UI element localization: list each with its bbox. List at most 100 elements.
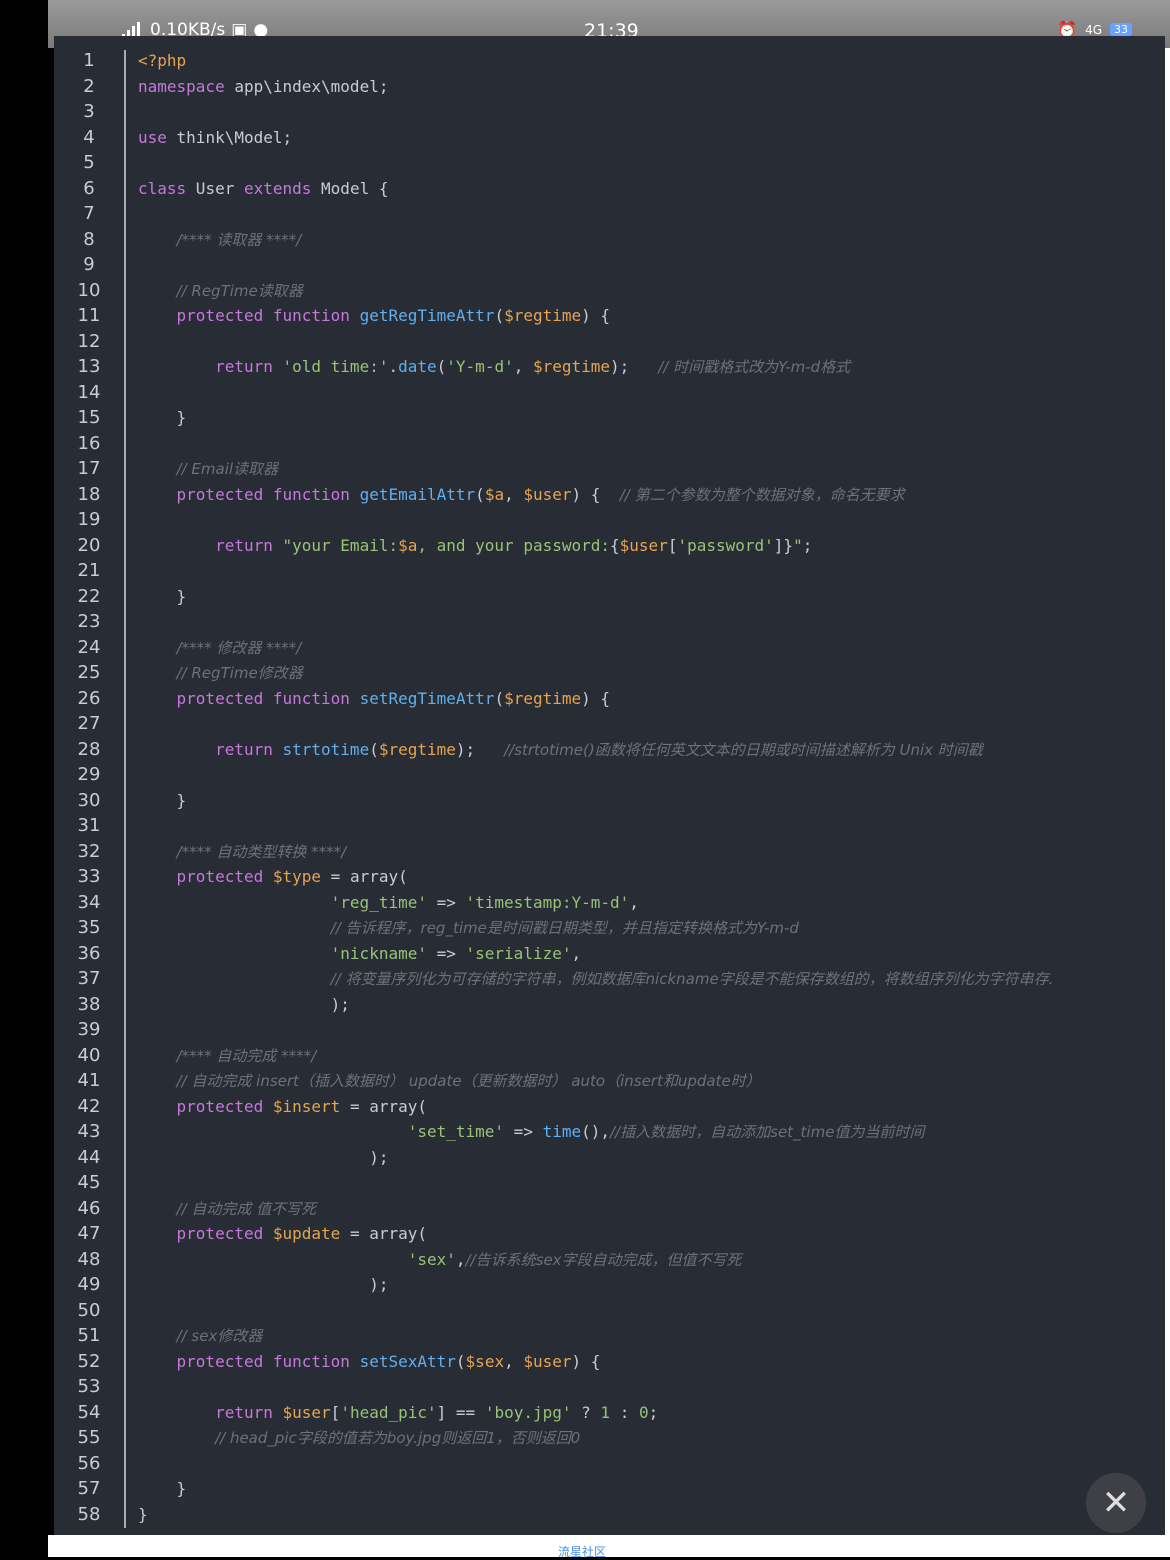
code-token: );	[610, 357, 659, 376]
code-token: (	[369, 739, 379, 759]
code-token: ;	[802, 535, 813, 555]
code-token: $a	[484, 484, 505, 504]
code-token: }	[138, 408, 187, 427]
code-token: ,	[504, 484, 524, 504]
code-token: protected	[176, 1096, 264, 1116]
code-line: // 将变量序列化为可存储的字符串，例如数据库nickname字段是不能保存数组…	[138, 966, 1165, 992]
code-token: setSexAttr	[359, 1351, 456, 1371]
code-token: ;	[648, 1402, 659, 1422]
code-token: 'head_pic'	[340, 1402, 437, 1422]
line-number: 58	[77, 1503, 101, 1525]
code-token: 1	[600, 1402, 611, 1422]
code-token: 'serialize'	[465, 943, 572, 963]
code-token: (	[475, 484, 485, 504]
line-number: 22	[77, 585, 101, 607]
code-token: }	[138, 790, 187, 810]
code-token: protected	[176, 484, 264, 504]
code-token: // sex修改器	[176, 1327, 263, 1345]
code-line: protected $type = array(	[138, 864, 1165, 890]
line-number: 21	[77, 560, 101, 581]
code-token: // 第二个参数为整个数据对象，命名无要求	[619, 485, 905, 504]
code-line: protected function setSexAttr($sex, $use…	[138, 1349, 1165, 1375]
code-line: // 告诉程序，reg_time是时间戳日期类型，并且指定转换格式为Y-m-d	[138, 915, 1165, 941]
code-token: app\index\model;	[224, 76, 389, 96]
code-content[interactable]: <?php namespace app\index\model; use think…	[138, 48, 1165, 1527]
line-number: 20	[77, 534, 101, 556]
line-number: 9	[83, 254, 95, 275]
line-number: 44	[77, 1146, 101, 1168]
code-token: time	[542, 1122, 582, 1141]
scrollbar[interactable]	[1165, 48, 1170, 1535]
line-number: 41	[77, 1070, 101, 1091]
code-line: class User extends Model {	[138, 176, 1165, 202]
code-token: ) {	[571, 1351, 601, 1371]
line-number: 2	[83, 75, 95, 97]
footer-label: 流星社区	[558, 1545, 607, 1559]
line-number: 1	[83, 50, 95, 71]
code-token: $user	[523, 484, 572, 504]
code-token: "	[793, 535, 803, 555]
code-token: $sex	[465, 1351, 505, 1371]
line-number: 14	[77, 381, 101, 403]
code-token: /**** 自动类型转换 ****/	[176, 842, 347, 861]
code-token: ,	[455, 1249, 466, 1269]
line-number: 54	[77, 1401, 101, 1423]
code-line: }	[138, 1476, 1165, 1502]
line-number: 4	[83, 126, 95, 148]
line-number: 12	[77, 330, 101, 352]
line-number: 34	[77, 891, 101, 913]
line-number: 17	[77, 458, 101, 479]
code-token: $user	[523, 1351, 572, 1371]
code-token: 'boy.jpg'	[484, 1402, 572, 1422]
code-line: 'nickname' => 'serialize',	[138, 941, 1165, 967]
gutter-divider	[124, 50, 126, 1528]
code-token: 'sex'	[407, 1249, 456, 1269]
code-line: /**** 自动完成 ****/	[138, 1043, 1165, 1069]
code-token: protected	[176, 1351, 264, 1371]
line-number: 47	[77, 1223, 101, 1244]
code-line: /**** 读取器 ****/	[138, 227, 1165, 253]
code-token: ) {	[571, 484, 620, 504]
code-token: "your Email:	[282, 535, 399, 555]
code-token: .	[388, 357, 399, 376]
code-line: namespace app\index\model;	[138, 74, 1165, 100]
code-editor[interactable]: 1 2 3 4 5 6 7 8 9 10 11 12 13 14 15 16 17 18 19 20 21 22 23 24 2…	[54, 36, 1165, 1535]
code-line: }	[138, 405, 1165, 431]
code-line: use think\Model;	[138, 125, 1165, 151]
line-number: 56	[77, 1452, 101, 1474]
line-number: 7	[83, 203, 95, 224]
code-token: $regtime	[504, 688, 582, 708]
close-button[interactable]: ✕	[1086, 1473, 1146, 1533]
code-token: <?php	[138, 51, 187, 70]
line-number: 39	[77, 1019, 101, 1040]
line-number: 5	[83, 152, 95, 173]
code-line: }	[138, 788, 1165, 814]
line-number: 13	[77, 356, 101, 377]
code-token: 'timestamp:Y-m-d'	[465, 892, 630, 912]
code-token: 'reg_time'	[330, 892, 427, 912]
code-token: $type	[272, 867, 322, 886]
code-token: function	[272, 1351, 350, 1371]
line-number: 26	[77, 687, 101, 709]
code-token: ) {	[581, 306, 611, 325]
code-token: 'Y-m-d'	[446, 357, 514, 376]
code-token: ,	[629, 892, 639, 912]
code-token: function	[272, 306, 350, 325]
code-token: (),	[581, 1122, 611, 1141]
